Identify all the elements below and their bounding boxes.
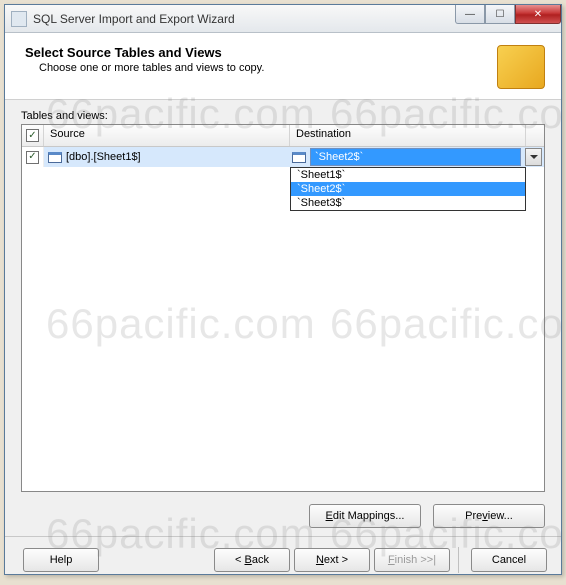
dropdown-option[interactable]: `Sheet3$` <box>291 196 525 210</box>
close-button[interactable]: ✕ <box>515 5 561 24</box>
table-icon <box>292 152 306 163</box>
app-icon <box>11 11 27 27</box>
edit-mappings-button[interactable]: Edit Mappings... <box>309 504 421 528</box>
grid-buttons: Edit Mappings... Preview... <box>5 498 561 536</box>
source-cell[interactable]: [dbo].[Sheet1$] <box>44 147 290 167</box>
maximize-button[interactable]: ☐ <box>485 5 515 24</box>
finish-button: Finish >>| <box>374 548 450 572</box>
dropdown-option[interactable]: `Sheet1$` <box>291 168 525 182</box>
tables-grid[interactable]: Source Destination [dbo].[Sheet1$] `Shee… <box>21 124 545 492</box>
chevron-down-icon[interactable] <box>525 148 542 166</box>
table-row[interactable]: [dbo].[Sheet1$] `Sheet2$` <box>22 147 544 167</box>
titlebar[interactable]: SQL Server Import and Export Wizard — ☐ … <box>5 5 561 33</box>
page-subtitle: Choose one or more tables and views to c… <box>39 62 497 74</box>
destination-dropdown[interactable]: `Sheet1$` `Sheet2$` `Sheet3$` <box>290 167 526 211</box>
help-button[interactable]: Help <box>23 548 99 572</box>
dropdown-option[interactable]: `Sheet2$` <box>291 182 525 196</box>
select-all-checkbox[interactable] <box>26 129 39 142</box>
grid-header: Source Destination <box>22 125 544 147</box>
source-name: [dbo].[Sheet1$] <box>66 151 141 163</box>
wizard-window: SQL Server Import and Export Wizard — ☐ … <box>4 4 562 575</box>
wizard-icon <box>497 45 545 89</box>
next-button[interactable]: Next > <box>294 548 370 572</box>
body-section: Tables and views: Source Destination [db… <box>5 100 561 498</box>
destination-cell[interactable]: `Sheet2$` <box>290 147 544 167</box>
wizard-header: Select Source Tables and Views Choose on… <box>5 33 561 100</box>
wizard-nav-bar: Help < Back Next > Finish >>| Cancel <box>5 536 561 585</box>
minimize-button[interactable]: — <box>455 5 485 24</box>
separator <box>458 547 459 573</box>
column-header-source[interactable]: Source <box>44 125 290 146</box>
tables-label: Tables and views: <box>21 110 545 122</box>
row-checkbox[interactable] <box>26 151 39 164</box>
window-controls: — ☐ ✕ <box>455 5 561 32</box>
page-title: Select Source Tables and Views <box>25 45 497 60</box>
column-header-destination[interactable]: Destination <box>290 125 544 146</box>
preview-button[interactable]: Preview... <box>433 504 545 528</box>
btn-text: dit Mappings... <box>333 510 405 522</box>
header-checkbox-cell[interactable] <box>22 125 44 146</box>
destination-combo[interactable]: `Sheet2$` <box>310 148 521 166</box>
window-title: SQL Server Import and Export Wizard <box>33 12 455 26</box>
table-icon <box>48 152 62 163</box>
back-button[interactable]: < Back <box>214 548 290 572</box>
row-checkbox-cell[interactable] <box>22 147 44 167</box>
cancel-button[interactable]: Cancel <box>471 548 547 572</box>
